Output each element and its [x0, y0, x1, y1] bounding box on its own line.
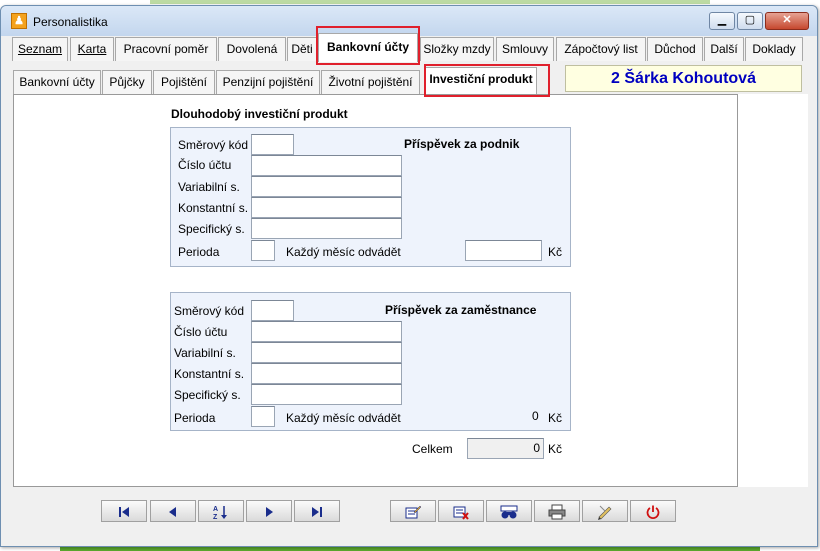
employee-kazdy-mesic-label: Každý měsíc odvádět [286, 411, 401, 425]
employer-perioda-input[interactable] [251, 240, 275, 261]
tools-button[interactable] [582, 500, 628, 522]
tab-slozky-mzdy[interactable]: Složky mzdy [420, 37, 494, 61]
employee-konstantni-label: Konstantní s. [174, 367, 245, 381]
app-icon: ♟ [11, 13, 27, 29]
tab-bankovni-ucty-sub[interactable]: Bankovní účty [13, 70, 101, 94]
employer-heading: Příspěvek za podnik [404, 137, 520, 151]
total-label: Celkem [412, 442, 453, 456]
last-record-button[interactable] [294, 500, 340, 522]
employee-konstantni-input[interactable] [251, 363, 402, 384]
svg-text:Z: Z [213, 514, 218, 520]
tab-deti[interactable]: Děti [287, 37, 317, 61]
last-record-icon [312, 506, 322, 517]
tab-karta[interactable]: Karta [70, 37, 114, 61]
background-strip-top [150, 0, 710, 4]
first-record-button[interactable] [101, 500, 147, 522]
employer-currency-label: Kč [548, 245, 563, 259]
tab-pujcky[interactable]: Půjčky [102, 70, 152, 94]
minimize-button[interactable]: ▁ [709, 12, 735, 30]
employer-konstantni-label: Konstantní s. [178, 201, 249, 215]
close-button[interactable]: ✕ [765, 12, 809, 30]
employer-smerovy-kod-input[interactable] [251, 134, 294, 155]
tab-zivotni-pojisteni[interactable]: Životní pojištění [321, 70, 420, 94]
employer-specificky-label: Specifický s. [178, 222, 245, 236]
total-value-field: 0 [467, 438, 544, 459]
tab-dovolena[interactable]: Dovolená [218, 37, 286, 61]
content-panel-margin [738, 94, 808, 487]
next-record-icon [266, 506, 273, 517]
delete-record-icon [453, 506, 469, 520]
sort-az-icon: AZ [213, 505, 227, 521]
employee-specificky-label: Specifický s. [174, 388, 241, 402]
tab-investicni-produkt[interactable]: Investiční produkt [425, 67, 537, 94]
tab-zapoctovy-list[interactable]: Zápočtový list [556, 37, 646, 61]
employee-amount-value: 0 [532, 409, 539, 423]
employee-variabilni-input[interactable] [251, 342, 402, 363]
print-button[interactable] [534, 500, 580, 522]
tab-pracovni-pomer[interactable]: Pracovní poměr [115, 37, 217, 61]
employee-name-box: 2 Šárka Kohoutová [565, 65, 802, 92]
tab-duchod[interactable]: Důchod [647, 37, 703, 61]
tab-dalsi[interactable]: Další [704, 37, 744, 61]
tab-doklady[interactable]: Doklady [745, 37, 803, 61]
svg-text:A: A [213, 506, 218, 513]
first-record-icon [119, 506, 129, 517]
sort-button[interactable]: AZ [198, 500, 244, 522]
tab-penzijni-pojisteni[interactable]: Penzijní pojištění [216, 70, 320, 94]
employer-konstantni-input[interactable] [251, 197, 402, 218]
employer-variabilni-input[interactable] [251, 176, 402, 197]
edit-record-button[interactable] [390, 500, 436, 522]
employer-amount-input[interactable] [465, 240, 542, 261]
next-record-button[interactable] [246, 500, 292, 522]
employer-variabilni-label: Variabilní s. [178, 180, 240, 194]
binoculars-icon [500, 505, 518, 519]
employee-smerovy-kod-input[interactable] [251, 300, 294, 321]
employer-kazdy-mesic-label: Každý měsíc odvádět [286, 245, 401, 259]
employer-perioda-label: Perioda [178, 245, 220, 259]
section-title: Dlouhodobý investiční produkt [171, 107, 348, 121]
edit-pencil-icon [598, 505, 612, 520]
employee-heading: Příspěvek za zaměstnance [385, 303, 537, 317]
employer-cislo-uctu-input[interactable] [251, 155, 402, 176]
employer-specificky-input[interactable] [251, 218, 402, 239]
employee-cislo-uctu-label: Číslo účtu [174, 325, 228, 339]
employee-currency-label: Kč [548, 411, 563, 425]
title-bar: ♟ Personalistika ▁ ▢ ✕ [1, 6, 817, 36]
previous-record-icon [169, 506, 176, 517]
employee-cislo-uctu-input[interactable] [251, 321, 402, 342]
printer-icon [548, 504, 566, 520]
delete-record-button[interactable] [438, 500, 484, 522]
employer-smerovy-kod-label: Směrový kód [178, 138, 249, 152]
exit-button[interactable] [630, 500, 676, 522]
window-title: Personalistika [33, 15, 108, 29]
tab-label: Seznam [17, 42, 63, 56]
employee-perioda-label: Perioda [174, 411, 216, 425]
employee-variabilni-label: Variabilní s. [174, 346, 236, 360]
maximize-button[interactable]: ▢ [737, 12, 763, 30]
power-icon [646, 505, 660, 519]
tab-seznam[interactable]: Seznam [12, 37, 68, 61]
find-button[interactable] [486, 500, 532, 522]
employee-specificky-input[interactable] [251, 384, 402, 405]
edit-record-icon [405, 505, 422, 519]
employee-perioda-input[interactable] [251, 406, 275, 427]
employer-cislo-uctu-label: Číslo účtu [178, 158, 232, 172]
previous-record-button[interactable] [150, 500, 196, 522]
tab-bankovni-ucty[interactable]: Bankovní účty [318, 33, 418, 62]
tab-pojisteni[interactable]: Pojištění [153, 70, 215, 94]
tab-label: Karta [77, 42, 107, 56]
employee-smerovy-kod-label: Směrový kód [174, 304, 245, 318]
total-currency-label: Kč [548, 442, 563, 456]
tab-smlouvy[interactable]: Smlouvy [496, 37, 554, 61]
